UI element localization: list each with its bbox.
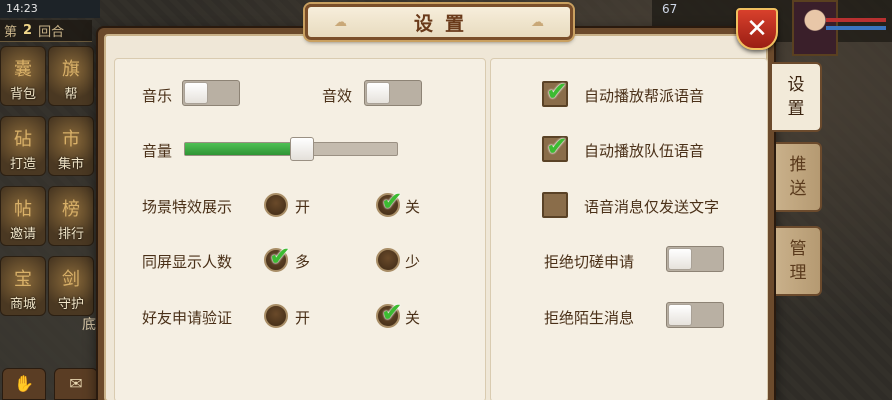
- background-text: 底: [82, 317, 96, 333]
- menu-label: 排行: [57, 227, 84, 242]
- checkmark-icon: ✔: [381, 187, 403, 217]
- close-button[interactable]: ✕: [736, 8, 778, 50]
- friend-verify-off-radio[interactable]: ✔: [376, 298, 403, 328]
- cloud-ornament-icon: ☁: [334, 15, 347, 30]
- voice-text-only-checkbox[interactable]: [542, 192, 568, 218]
- volume-slider-handle[interactable]: [289, 137, 314, 161]
- checkmark-icon: ✔: [546, 77, 568, 107]
- tab-label: 置: [787, 99, 805, 119]
- hp-bar: [826, 18, 886, 22]
- sfx-toggle[interactable]: [364, 80, 422, 106]
- toggle-knob: [366, 82, 390, 104]
- voice-text-only-label: 语音消息仅发送文字: [584, 198, 720, 216]
- tab-label: 推: [789, 155, 807, 175]
- music-label: 音乐: [142, 87, 173, 105]
- tab-label: 设: [787, 75, 805, 95]
- market-icon: 市: [62, 129, 80, 150]
- menu-label: 打造: [9, 157, 36, 172]
- flag-icon: 旗: [62, 59, 80, 80]
- anvil-icon: 砧: [14, 129, 32, 150]
- scene-effects-on-label: 开: [295, 198, 311, 216]
- sword-icon: 剑: [62, 269, 80, 290]
- friend-verify-on-label: 开: [295, 309, 311, 327]
- right-settings-panel: [490, 58, 768, 400]
- menu-label: 集市: [57, 157, 84, 172]
- refuse-duel-toggle[interactable]: [666, 246, 724, 272]
- cloud-ornament-icon: ☁: [531, 15, 544, 30]
- menu-invite-button[interactable]: 帖邀请: [0, 186, 46, 246]
- menu-label: 帮: [64, 87, 78, 102]
- auto-guild-voice-label: 自动播放帮派语音: [584, 87, 705, 105]
- ingot-icon: 宝: [14, 269, 32, 290]
- left-menu: 囊背包 旗帮 砧打造 市集市 帖邀请 榜排行 宝商城 剑守护: [0, 46, 96, 316]
- scene-effects-label: 场景特效展示: [142, 198, 233, 216]
- scene-effects-off-label: 关: [405, 198, 421, 216]
- menu-label: 背包: [9, 87, 36, 102]
- dialog-title: 设置: [413, 12, 476, 35]
- volume-fill: [185, 143, 302, 155]
- menu-forge-button[interactable]: 砧打造: [0, 116, 46, 176]
- auto-guild-voice-checkbox[interactable]: ✔: [542, 77, 568, 107]
- volume-slider[interactable]: [184, 137, 398, 161]
- hud-left-number: 67: [662, 2, 678, 16]
- scene-effects-on-radio[interactable]: [264, 193, 288, 217]
- refuse-stranger-toggle[interactable]: [666, 302, 724, 328]
- screen-count-label: 同屏显示人数: [142, 253, 233, 271]
- screen-count-many-radio[interactable]: ✔: [264, 242, 291, 272]
- left-settings-panel: [114, 58, 486, 400]
- sfx-label: 音效: [322, 87, 353, 105]
- tab-label: 理: [789, 263, 807, 283]
- tab-push[interactable]: 推 送: [776, 142, 822, 212]
- checkmark-icon: ✔: [381, 298, 403, 328]
- menu-label: 守护: [57, 297, 84, 312]
- menu-guild-button[interactable]: 旗帮: [48, 46, 94, 106]
- checkmark-icon: ✔: [546, 132, 568, 162]
- friend-verify-on-radio[interactable]: [264, 304, 288, 328]
- menu-shop-button[interactable]: 宝商城: [0, 256, 46, 316]
- status-time: 14:23: [0, 0, 100, 18]
- ranking-icon: 榜: [62, 199, 80, 220]
- tab-settings[interactable]: 设 置: [772, 62, 822, 132]
- round-indicator: 第 2 回合: [0, 20, 92, 42]
- chat-icon[interactable]: ✉: [54, 368, 98, 400]
- music-toggle[interactable]: [182, 80, 240, 106]
- handshake-icon[interactable]: ✋: [2, 368, 46, 400]
- toggle-knob: [184, 82, 208, 104]
- tab-label: 管: [789, 239, 807, 259]
- bag-icon: 囊: [14, 59, 32, 80]
- scene-effects-off-radio[interactable]: ✔: [376, 187, 403, 217]
- round-suffix: 回合: [38, 25, 65, 40]
- tab-label: 送: [789, 179, 807, 199]
- screen-count-few-radio[interactable]: [376, 248, 400, 272]
- menu-rank-button[interactable]: 榜排行: [48, 186, 94, 246]
- menu-guard-button[interactable]: 剑守护: [48, 256, 94, 316]
- auto-team-voice-label: 自动播放队伍语音: [584, 142, 705, 160]
- mp-bar: [826, 26, 886, 30]
- menu-label: 商城: [9, 297, 36, 312]
- toggle-knob: [668, 304, 692, 326]
- close-icon: ✕: [746, 14, 768, 44]
- refuse-stranger-label: 拒绝陌生消息: [544, 309, 635, 327]
- friend-verify-off-label: 关: [405, 309, 421, 327]
- friend-verify-label: 好友申请验证: [142, 309, 233, 327]
- screen-count-few-label: 少: [405, 253, 421, 271]
- round-number: 2: [23, 23, 33, 38]
- volume-label: 音量: [142, 142, 173, 160]
- auto-team-voice-checkbox[interactable]: ✔: [542, 132, 568, 162]
- menu-label: 邀请: [9, 227, 36, 242]
- tab-manage[interactable]: 管 理: [776, 226, 822, 296]
- refuse-duel-label: 拒绝切磋申请: [544, 253, 635, 271]
- dialog-title-banner: ☁ 设置 ☁: [305, 4, 573, 40]
- toggle-knob: [668, 248, 692, 270]
- round-prefix: 第: [4, 25, 18, 40]
- screen-count-many-label: 多: [295, 253, 311, 271]
- menu-bag-button[interactable]: 囊背包: [0, 46, 46, 106]
- checkmark-icon: ✔: [269, 242, 291, 272]
- menu-market-button[interactable]: 市集市: [48, 116, 94, 176]
- invite-icon: 帖: [14, 199, 32, 220]
- bottom-bar: ✋ ✉: [2, 368, 98, 400]
